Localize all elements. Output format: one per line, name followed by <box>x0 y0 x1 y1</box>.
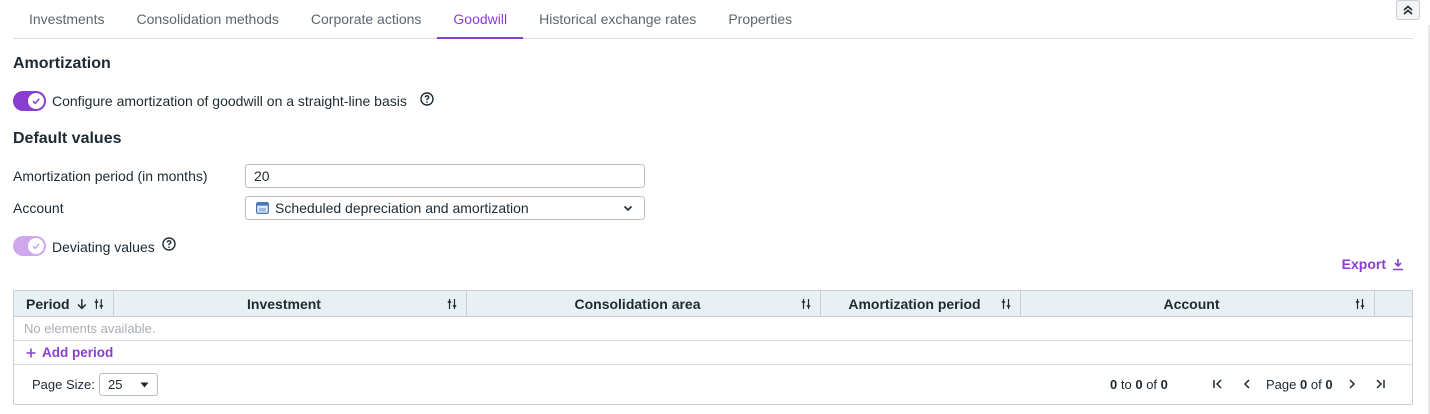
prev-page-icon[interactable] <box>1240 377 1254 391</box>
page-size-select[interactable]: 25 <box>99 373 158 396</box>
export-button[interactable]: Export <box>1342 256 1404 272</box>
tab-properties[interactable]: Properties <box>712 0 808 38</box>
deviating-values-grid: Period Investment Consolidation area Amo… <box>13 290 1413 405</box>
help-icon[interactable] <box>420 92 434 106</box>
grid-header: Period Investment Consolidation area Amo… <box>14 291 1412 317</box>
account-label: Account <box>13 200 64 216</box>
range-of-word: of <box>1146 377 1158 392</box>
toggle-knob <box>28 93 44 109</box>
filter-icon[interactable] <box>93 298 105 310</box>
amortization-period-input[interactable] <box>245 164 645 188</box>
deviating-values-toggle[interactable] <box>13 236 46 256</box>
chevron-down-icon <box>623 205 633 212</box>
plus-icon <box>26 348 36 357</box>
tab-goodwill[interactable]: Goodwill <box>437 0 523 39</box>
download-icon <box>1393 258 1403 270</box>
column-header-label: Consolidation area <box>574 295 701 312</box>
tab-consolidation-methods[interactable]: Consolidation methods <box>120 0 294 38</box>
filter-icon[interactable] <box>1000 298 1012 310</box>
column-header-label: Account <box>1163 295 1220 312</box>
page-current: 0 <box>1300 377 1308 392</box>
page-total: 0 <box>1325 377 1333 392</box>
range-to-word: to <box>1120 377 1132 392</box>
page-word: Page <box>1266 377 1297 392</box>
add-period-button[interactable]: Add period <box>14 341 1412 365</box>
tab-investments[interactable]: Investments <box>13 0 120 38</box>
range-to: 0 <box>1135 377 1143 392</box>
chevron-down-icon <box>140 382 149 387</box>
column-header-consolidation-area[interactable]: Consolidation area <box>467 291 821 316</box>
add-period-label: Add period <box>42 345 114 360</box>
account-select-value: Scheduled depreciation and amortization <box>275 200 529 216</box>
account-select[interactable]: Scheduled depreciation and amortization <box>245 196 645 220</box>
filter-icon[interactable] <box>800 298 812 310</box>
deviating-values-label: Deviating values <box>52 239 155 255</box>
range-total: 0 <box>1160 377 1168 392</box>
check-icon <box>32 98 40 105</box>
page-of-word: of <box>1310 377 1322 392</box>
amortization-toggle-label: Configure amortization of goodwill on a … <box>52 93 407 109</box>
amortization-period-label: Amortization period (in months) <box>13 168 208 184</box>
column-header-period[interactable]: Period <box>14 291 114 316</box>
account-icon <box>256 202 269 214</box>
column-header-label: Period <box>26 295 70 312</box>
last-page-icon[interactable] <box>1373 377 1387 391</box>
column-header-amortization-period[interactable]: Amortization period <box>821 291 1021 316</box>
collapse-button[interactable] <box>1396 0 1420 20</box>
collapse-up-icon <box>1403 5 1413 15</box>
page-size-value: 25 <box>108 377 123 392</box>
tab-bar: Investments Consolidation methods Corpor… <box>13 0 1413 39</box>
column-header-label: Amortization period <box>848 295 981 312</box>
amortization-toggle[interactable] <box>13 91 46 111</box>
sort-down-icon[interactable] <box>76 298 88 310</box>
default-values-heading: Default values <box>13 130 122 147</box>
column-header-label: Investment <box>247 295 321 312</box>
range-from: 0 <box>1110 377 1118 392</box>
check-icon <box>32 243 40 250</box>
column-header-account[interactable]: Account <box>1021 291 1375 316</box>
pagination-bar: Page Size: 25 0 to 0 of 0 Page 0 of 0 <box>14 365 1412 404</box>
amortization-heading: Amortization <box>13 55 111 72</box>
tab-corporate-actions[interactable]: Corporate actions <box>295 0 438 38</box>
grid-empty-message: No elements available. <box>14 317 1412 341</box>
next-page-icon[interactable] <box>1345 377 1359 391</box>
first-page-icon[interactable] <box>1211 377 1225 391</box>
export-label: Export <box>1341 256 1386 272</box>
toggle-knob <box>28 238 44 254</box>
help-icon[interactable] <box>162 237 176 251</box>
page-size-label: Page Size: <box>32 377 95 392</box>
row-range-summary: 0 to 0 of 0 <box>1110 377 1168 392</box>
column-header-investment[interactable]: Investment <box>114 291 467 316</box>
filter-icon[interactable] <box>1354 298 1366 310</box>
page-indicator: Page 0 of 0 <box>1266 377 1333 392</box>
tab-historical-exchange-rates[interactable]: Historical exchange rates <box>523 0 712 38</box>
filter-icon[interactable] <box>446 298 458 310</box>
